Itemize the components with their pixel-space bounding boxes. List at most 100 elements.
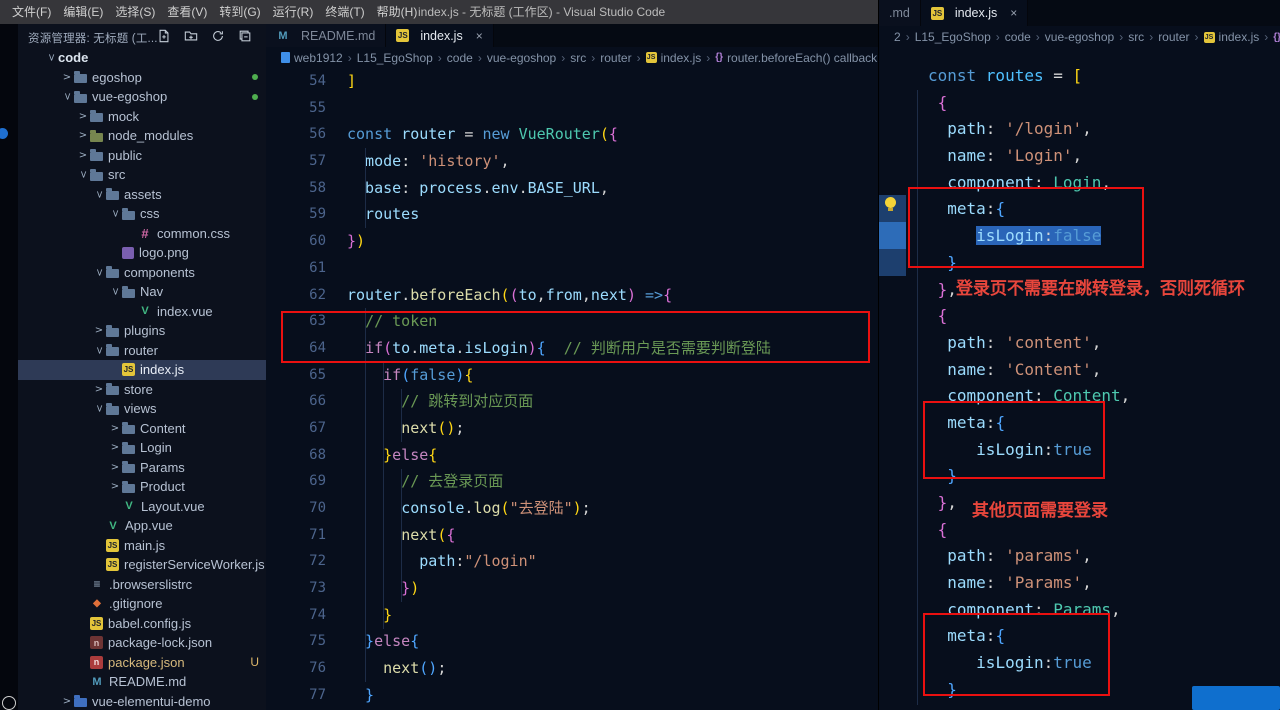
code-line[interactable]: {	[907, 303, 1280, 330]
code-line[interactable]: 68 }else{	[266, 442, 878, 469]
breadcrumb-item-index.js[interactable]: JS index.js	[1203, 30, 1259, 44]
code-line[interactable]: 73 })	[266, 575, 878, 602]
code-line[interactable]: component: Login,	[907, 170, 1280, 197]
menu-item-7[interactable]: 帮助(H)	[371, 0, 424, 24]
code-line[interactable]: 67 next();	[266, 415, 878, 442]
code-line[interactable]: 64 if(to.meta.isLogin){ // 判断用户是否需要判断登陆	[266, 335, 878, 362]
tree-item-plugins[interactable]: > plugins	[18, 321, 266, 341]
tree-item-public[interactable]: > public	[18, 146, 266, 166]
tree-item-Params[interactable]: > Params	[18, 458, 266, 478]
menu-item-1[interactable]: 编辑(E)	[57, 0, 109, 24]
breadcrumb-item-web1912[interactable]: web1912	[281, 51, 343, 65]
lightbulb-icon[interactable]	[885, 197, 896, 211]
tree-item-.gitignore[interactable]: ◆ .gitignore	[18, 594, 266, 614]
tree-item-egoshop[interactable]: > egoshop	[18, 68, 266, 88]
code-line[interactable]: {	[907, 90, 1280, 117]
breadcrumb-item-src[interactable]: src	[570, 51, 586, 65]
tree-item-vue-egoshop[interactable]: > vue-egoshop	[18, 87, 266, 107]
code-line[interactable]: 57 mode: 'history',	[266, 148, 878, 175]
tree-item-main.js[interactable]: JS main.js	[18, 536, 266, 556]
breadcrumb-item-code[interactable]: code	[1005, 30, 1031, 44]
breadcrumb-item-router[interactable]: router	[600, 51, 631, 65]
tree-item-assets[interactable]: > assets	[18, 185, 266, 205]
code-line[interactable]: 56 const router = new VueRouter({	[266, 121, 878, 148]
code-line[interactable]: component: Content,	[907, 383, 1280, 410]
code-line[interactable]: 59 routes	[266, 201, 878, 228]
code-line[interactable]: name: 'Content',	[907, 357, 1280, 384]
code-line[interactable]: },	[907, 490, 1280, 517]
code-line[interactable]: 65 if(false){	[266, 362, 878, 389]
tree-item-index.vue[interactable]: Vindex.vue	[18, 302, 266, 322]
breadcrumb-item-index.js[interactable]: JS index.js	[645, 51, 701, 65]
code-editor-left[interactable]: 54] 55 56 const router = new VueRouter({57 …	[266, 68, 878, 710]
menu-item-5[interactable]: 运行(R)	[267, 0, 320, 24]
breadcrumb-item-2[interactable]: 2	[894, 30, 901, 44]
code-line[interactable]: 76 next();	[266, 655, 878, 682]
breadcrumb-item-L15_EgoShop[interactable]: L15_EgoShop	[357, 51, 433, 65]
tree-item-common.css[interactable]: # common.css	[18, 224, 266, 244]
tree-item-mock[interactable]: > mock	[18, 107, 266, 127]
breadcrumb-item-ro[interactable]: {}ro	[1273, 30, 1280, 44]
tree-item-Content[interactable]: > Content	[18, 419, 266, 439]
breadcrumb-item-src[interactable]: src	[1128, 30, 1144, 44]
tree-item-Login[interactable]: > Login	[18, 438, 266, 458]
code-line[interactable]: 74 }	[266, 602, 878, 629]
tree-item-router[interactable]: > router	[18, 341, 266, 361]
code-line[interactable]: 71 next({	[266, 522, 878, 549]
code-line[interactable]: 61	[266, 255, 878, 282]
code-line[interactable]: 63 // token	[266, 308, 878, 335]
code-line[interactable]: component: Params,	[907, 597, 1280, 624]
code-line[interactable]: meta:{	[907, 410, 1280, 437]
code-line[interactable]: name: 'Login',	[907, 143, 1280, 170]
tree-item-package.json[interactable]: n package.json U	[18, 653, 266, 673]
close-icon[interactable]: ×	[1010, 6, 1017, 20]
code-line[interactable]: 72 path:"/login"	[266, 548, 878, 575]
code-line[interactable]: path: 'params',	[907, 543, 1280, 570]
code-line[interactable]: meta:{	[907, 623, 1280, 650]
code-line[interactable]: 54]	[266, 68, 878, 95]
tree-item-logo.png[interactable]: logo.png	[18, 243, 266, 263]
tree-item-Layout.vue[interactable]: V Layout.vue	[18, 497, 266, 517]
tree-item-index.js[interactable]: JS index.js	[18, 360, 266, 380]
tree-item-README.md[interactable]: M README.md	[18, 672, 266, 692]
code-line[interactable]: name: 'Params',	[907, 570, 1280, 597]
code-line[interactable]: 70 console.log("去登陆");	[266, 495, 878, 522]
tab-index.js[interactable]: JS index.js ×	[386, 24, 494, 47]
tree-item-.browserslistrc[interactable]: ≡ .browserslistrc	[18, 575, 266, 595]
tree-item-store[interactable]: > store	[18, 380, 266, 400]
tree-item-components[interactable]: > components	[18, 263, 266, 283]
new-folder-icon[interactable]	[184, 29, 198, 43]
menu-item-2[interactable]: 选择(S)	[109, 0, 161, 24]
tree-item-node_modules[interactable]: > node_modules	[18, 126, 266, 146]
tree-item-css[interactable]: > css	[18, 204, 266, 224]
tree-item-Nav[interactable]: > Nav	[18, 282, 266, 302]
code-line[interactable]: 60})	[266, 228, 878, 255]
collapse-all-icon[interactable]	[238, 29, 252, 43]
code-line[interactable]: }	[907, 463, 1280, 490]
tree-item-registerServiceWorker.js[interactable]: JS registerServiceWorker.js	[18, 555, 266, 575]
code-line[interactable]: isLogin:false	[907, 223, 1280, 250]
tab-.md[interactable]: .md	[879, 0, 921, 26]
breadcrumb-item-router[interactable]: router	[1158, 30, 1189, 44]
code-line[interactable]: {	[907, 517, 1280, 544]
tree-item-views[interactable]: > views	[18, 399, 266, 419]
tree-item-package-lock.json[interactable]: n package-lock.json	[18, 633, 266, 653]
code-line[interactable]: isLogin:true	[907, 437, 1280, 464]
code-line[interactable]: }	[907, 250, 1280, 277]
breadcrumb-item-vue-egoshop[interactable]: vue-egoshop	[1045, 30, 1114, 44]
new-file-icon[interactable]	[157, 29, 171, 43]
code-line[interactable]: 77 }	[266, 682, 878, 709]
code-line[interactable]: const routes = [	[907, 63, 1280, 90]
tree-item-vue-elementui-demo[interactable]: > vue-elementui-demo	[18, 692, 266, 710]
tree-item-babel.config.js[interactable]: JS babel.config.js	[18, 614, 266, 634]
tab-index.js[interactable]: JS index.js ×	[920, 0, 1029, 26]
code-line[interactable]: isLogin:true	[907, 650, 1280, 677]
notification-action-button[interactable]	[1192, 686, 1280, 710]
code-line[interactable]: meta:{	[907, 196, 1280, 223]
code-line[interactable]: },	[907, 277, 1280, 304]
code-line[interactable]: path: '/login',	[907, 116, 1280, 143]
menu-item-3[interactable]: 查看(V)	[161, 0, 213, 24]
breadcrumb-item-router.beforeEach() callback[interactable]: {} router.beforeEach() callback	[715, 51, 877, 65]
code-line[interactable]: 66 // 跳转到对应页面	[266, 388, 878, 415]
code-editor-right[interactable]: const routes = [ { path: '/login', name:…	[879, 48, 1280, 710]
